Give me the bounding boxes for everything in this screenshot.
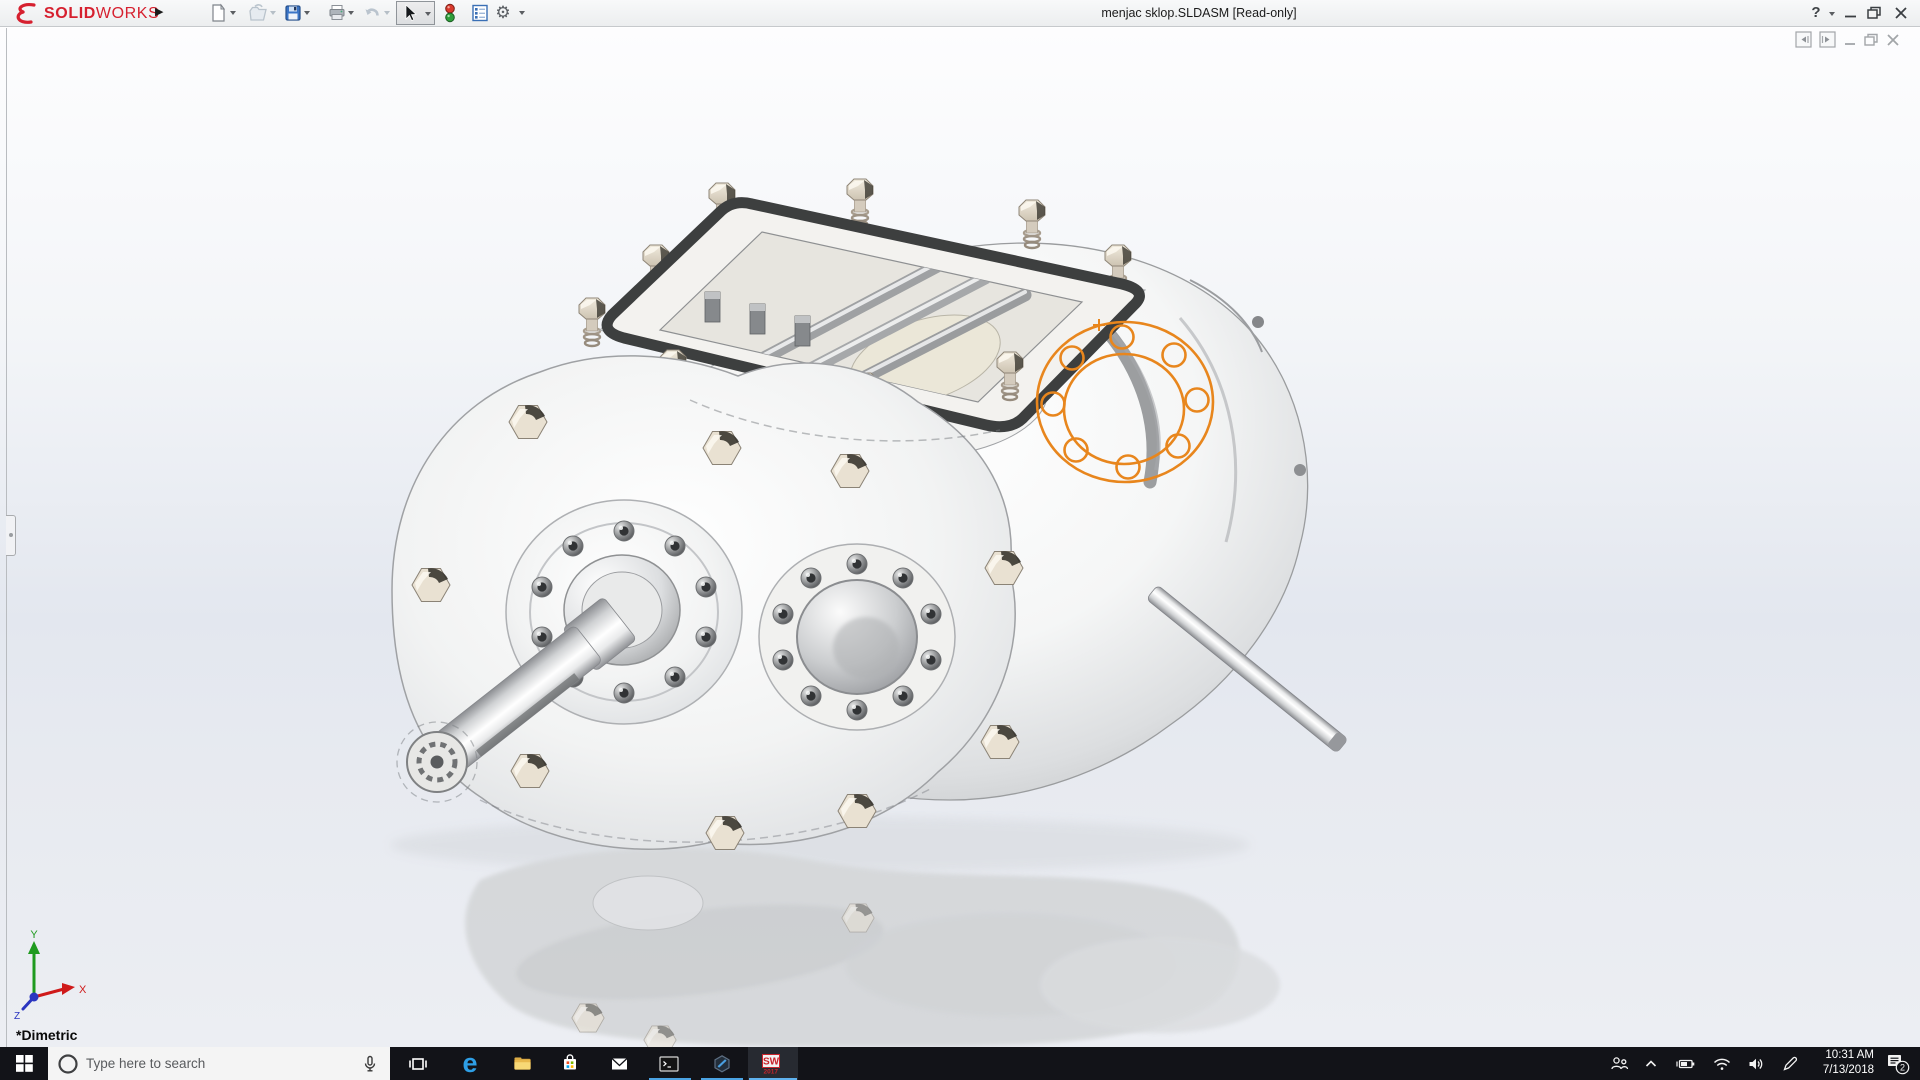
help-caret-icon[interactable] [1829, 12, 1835, 16]
undo-caret-icon [384, 11, 390, 15]
search-input[interactable] [86, 1056, 360, 1071]
file-explorer-icon [512, 1053, 533, 1074]
battery-charging-icon [1676, 1056, 1696, 1072]
task-view-button[interactable] [398, 1047, 438, 1080]
people-icon [1610, 1055, 1629, 1073]
select-caret-icon[interactable] [425, 12, 431, 16]
desktop: Y X Z *Dimetric SOLIDWORKS ▶ [0, 0, 1920, 1080]
action-center-icon: 2 [1885, 1051, 1911, 1077]
solidworks-logo: SOLIDWORKS [10, 2, 159, 26]
bearing-boss [759, 544, 955, 730]
battery-button[interactable] [1670, 1047, 1702, 1080]
print-icon[interactable] [326, 2, 348, 24]
triad-z-label: Z [14, 1011, 20, 1022]
taskbar-cmd[interactable] [647, 1047, 691, 1080]
brand-text: SOLIDWORKS [44, 5, 159, 23]
select-cursor-icon [400, 2, 420, 24]
help-button[interactable]: ? [1808, 4, 1824, 21]
model-canvas: Y X Z [0, 28, 1920, 1047]
cortana-icon [56, 1052, 80, 1076]
solidworks-logo-icon [10, 2, 40, 26]
sw-letters: SW [763, 1056, 780, 1067]
mail-icon [609, 1054, 630, 1074]
restore-button[interactable] [1868, 10, 1877, 18]
hexagon-app-icon [712, 1054, 732, 1074]
taskbar-mail[interactable] [597, 1047, 641, 1080]
chevron-up-icon [1643, 1056, 1659, 1072]
network-button[interactable] [1706, 1047, 1738, 1080]
floor-reflection [390, 817, 1280, 1047]
reference-triad: Y X Z [14, 929, 87, 1022]
taskbar-store[interactable] [548, 1047, 592, 1080]
wifi-icon [1712, 1056, 1732, 1072]
taskbar-solidworks[interactable]: SW 2017 [748, 1047, 798, 1080]
start-button[interactable] [0, 1047, 48, 1080]
file-properties-icon[interactable] [469, 2, 491, 24]
view-orientation-label: *Dimetric [16, 1027, 77, 1043]
save-caret-icon[interactable] [304, 11, 310, 15]
taskbar-edge[interactable]: e [448, 1047, 492, 1080]
command-prompt-icon [658, 1054, 680, 1074]
tray-clock[interactable]: 10:31 AM 7/13/2018 [1802, 1048, 1874, 1078]
sw-year: 2017 [764, 1068, 779, 1075]
featuremanager-collapse-tab[interactable] [6, 515, 16, 556]
print-caret-icon[interactable] [348, 11, 354, 15]
tray-time: 10:31 AM [1802, 1048, 1874, 1063]
select-tool-button[interactable] [396, 1, 435, 25]
speaker-icon [1747, 1056, 1765, 1072]
open-caret-icon [270, 11, 276, 15]
solidworks-2017-icon: SW 2017 [760, 1052, 786, 1076]
title-bar: SOLIDWORKS ▶ [0, 0, 1920, 27]
triad-x-label: X [79, 984, 87, 996]
new-document-icon[interactable] [207, 2, 229, 24]
save-icon[interactable] [282, 2, 304, 24]
triad-y-label: Y [30, 929, 38, 941]
taskbar-search[interactable] [48, 1047, 390, 1080]
close-button[interactable] [1896, 8, 1906, 18]
store-icon [560, 1053, 580, 1074]
toolbar-flyout-arrow[interactable]: ▶ [155, 5, 163, 18]
edge-icon: e [462, 1050, 477, 1077]
taskbar-file-explorer[interactable] [500, 1047, 544, 1080]
pen-icon [1781, 1055, 1799, 1072]
windows-taskbar: e [0, 1047, 1920, 1080]
taskbar-hex-app[interactable] [700, 1047, 744, 1080]
open-icon-disabled[interactable] [247, 2, 269, 24]
brand-bold: SOLID [44, 5, 96, 22]
volume-button[interactable] [1741, 1047, 1771, 1080]
app-window-controls [1838, 0, 1918, 26]
doc-close-button[interactable] [1888, 35, 1898, 45]
new-caret-icon[interactable] [230, 11, 236, 15]
options-caret-icon[interactable] [519, 11, 525, 15]
notification-badge: 2 [1900, 1062, 1905, 1072]
action-center-button[interactable]: 2 [1878, 1047, 1918, 1080]
doc-restore-button[interactable] [1865, 37, 1874, 45]
task-view-icon [408, 1054, 428, 1074]
tray-expand-button[interactable] [1637, 1047, 1665, 1080]
undo-icon-disabled[interactable] [361, 2, 383, 24]
document-title: menjac sklop.SLDASM [Read-only] [1101, 6, 1296, 20]
people-button[interactable] [1602, 1047, 1636, 1080]
brand-light: WORKS [96, 5, 159, 22]
windows-logo-icon [16, 1055, 33, 1072]
document-window-controls [1795, 30, 1920, 50]
options-gear-icon[interactable]: ⚙ [492, 0, 514, 22]
microphone-icon[interactable] [360, 1054, 380, 1074]
tray-date: 7/13/2018 [1802, 1063, 1874, 1078]
graphics-area[interactable]: Y X Z [0, 28, 1920, 1047]
rebuild-traffic-light-icon[interactable] [439, 2, 461, 24]
